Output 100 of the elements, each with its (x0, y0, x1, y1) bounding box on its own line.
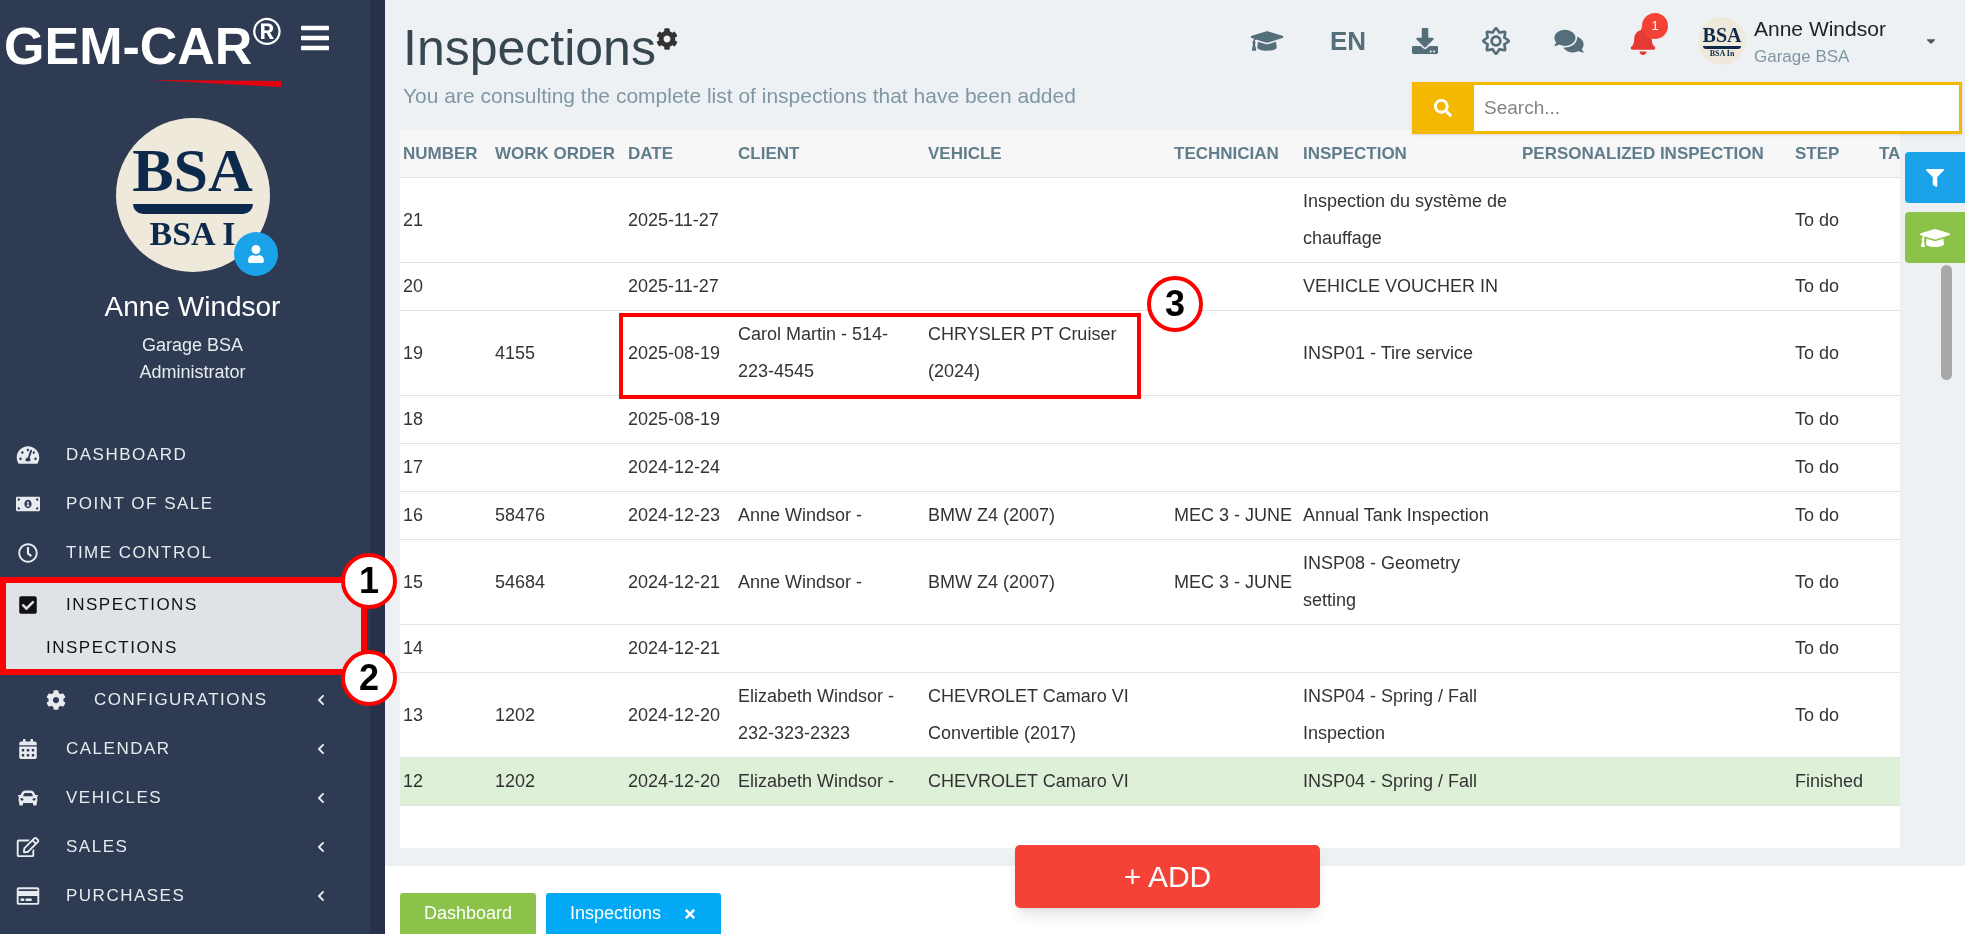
table-cell: 2025-11-27 (628, 276, 719, 296)
notification-badge: 1 (1642, 13, 1668, 39)
column-header[interactable]: DATE (625, 140, 735, 167)
menu-item[interactable]: VEHICLES (0, 773, 340, 822)
table-cell: To do (1795, 409, 1840, 429)
menu-label: INSPECTIONS (46, 636, 178, 659)
logo-subtext: BSA I (149, 217, 236, 251)
language-button[interactable]: EN (1329, 21, 1366, 61)
table-cell: INSP04 - Spring / Fall (1303, 771, 1478, 791)
table-cell: 2025-08-19 (628, 409, 721, 429)
table-cell: 2024-12-21 (628, 638, 721, 658)
user-icon (247, 245, 264, 263)
user-name: Anne Windsor (104, 290, 281, 324)
edit-icon (16, 836, 40, 857)
page-title: Inspections (403, 19, 656, 78)
chevron-icon (316, 742, 326, 755)
scrollbar-thumb[interactable] (1941, 265, 1952, 380)
header-user-name: Anne Windsor (1754, 15, 1887, 42)
table-cell: To do (1795, 342, 1840, 363)
table-cell: VEHICLE VOUCHER IN (1303, 276, 1499, 296)
table-cell: Elizabeth Windsor - 232-323-2323 (738, 686, 895, 743)
chevron-icon (316, 840, 326, 853)
table-cell: 21 (403, 209, 424, 230)
credit-card-icon (16, 885, 40, 906)
table-cell: To do (1795, 704, 1840, 725)
logo-bar (1703, 45, 1741, 49)
gear-icon (44, 689, 68, 710)
logo-text: BSA (1702, 24, 1742, 45)
checkbox-icon (16, 594, 40, 615)
table-cell: 2025-11-27 (628, 209, 719, 230)
column-header[interactable]: PERSONALIZED INSPECTION (1519, 140, 1792, 167)
table-cell: To do (1795, 209, 1840, 230)
menu-label: CONFIGURATIONS (94, 688, 268, 711)
table-cell: To do (1795, 638, 1840, 658)
table-cell: 54684 (495, 571, 546, 592)
table-cell: Anne Windsor - (738, 571, 863, 592)
chevron-icon (316, 693, 326, 706)
logo-text: BSA (132, 139, 253, 201)
menu-item[interactable]: CALENDAR (0, 724, 340, 773)
menu-item[interactable]: TIME CONTROL (0, 528, 340, 577)
menu-item[interactable]: PURCHASES (0, 871, 340, 920)
menu-item[interactable]: SALES (0, 822, 340, 871)
table-cell: 18 (403, 409, 424, 429)
column-header[interactable]: NUMBER (400, 140, 492, 167)
table-cell: Inspection du système de chauffage (1303, 191, 1508, 248)
graduation-cap-icon[interactable] (1249, 28, 1284, 54)
table-cell: 2024-12-24 (628, 457, 721, 477)
chevron-icon (316, 791, 326, 804)
table-cell: 58476 (495, 505, 546, 525)
close-icon[interactable] (683, 906, 698, 921)
menu-label: INSPECTIONS (66, 593, 198, 616)
filter-button[interactable] (1905, 152, 1965, 203)
menu-label: PURCHASES (66, 884, 186, 907)
table-cell: BMW Z4 (2007) (928, 505, 1056, 525)
settings-icon[interactable] (655, 28, 678, 50)
menu-label: POINT OF SALE (66, 492, 214, 515)
column-header[interactable]: TECHNICIAN (1171, 140, 1300, 167)
table-cell: Elizabeth Windsor - (738, 771, 895, 791)
table-cell: 14 (403, 638, 424, 658)
page-subtitle: You are consulting the complete list of inspections that have been added (403, 83, 1076, 109)
download-icon[interactable] (1412, 28, 1438, 54)
table-cell: 2024-12-20 (628, 771, 721, 791)
column-header[interactable]: CLIENT (735, 140, 925, 167)
table-cell: 1202 (495, 704, 536, 725)
table-cell: 19 (403, 342, 424, 363)
menu-item[interactable]: CONFIGURATIONS (0, 675, 340, 724)
table-cell: 17 (403, 457, 424, 477)
calendar-icon (16, 738, 40, 759)
table-cell: 12 (403, 771, 424, 791)
clock-icon (16, 542, 40, 563)
column-header[interactable]: INSPECTION (1300, 140, 1519, 167)
chat-icon[interactable] (1554, 28, 1584, 54)
menu-label: VEHICLES (66, 786, 163, 809)
logo-subtext: BSA In (1709, 49, 1735, 58)
table-cell: CHEVROLET Camaro VI Convertible (2017) (928, 686, 1129, 743)
company-name: Garage BSA (141, 334, 244, 357)
column-header[interactable]: WORK ORDER (492, 140, 625, 167)
gauge-icon (16, 444, 40, 465)
menu-item[interactable]: POINT OF SALE (0, 479, 340, 528)
table-cell: INSP01 - Tire service (1303, 342, 1474, 363)
table-row[interactable]: 12 1202 2024-12-20 Elizabeth Windsor - CHEVROLET Camaro VI INSP04 - Spring / Fall Finished (400, 758, 1900, 806)
brightness-icon[interactable] (1482, 27, 1510, 55)
table-cell: To do (1795, 457, 1840, 477)
search-icon (1434, 99, 1452, 117)
column-header[interactable]: TA (1876, 140, 1900, 167)
table-cell: BMW Z4 (2007) (928, 571, 1056, 592)
table-cell: Anne Windsor - (738, 505, 863, 525)
table-cell: Annual Tank Inspection (1303, 505, 1489, 525)
table-cell: INSP04 - Spring / Fall Inspection (1303, 686, 1478, 743)
table-cell: 13 (403, 704, 424, 725)
menu-item[interactable]: DASHBOARD (0, 430, 340, 479)
chevron-icon (316, 889, 326, 902)
column-header[interactable]: STEP (1792, 140, 1876, 167)
header-company-name: Garage BSA (1754, 46, 1851, 68)
search-field[interactable]: Search... (1474, 82, 1962, 134)
user-role: Administrator (139, 361, 246, 384)
add-button[interactable]: + ADD (1015, 845, 1320, 908)
table-cell: CHRYSLER PT Cruiser (2024) (928, 324, 1117, 381)
table-cell: 2024-12-20 (628, 704, 721, 725)
column-header[interactable]: VEHICLE (925, 140, 1171, 167)
